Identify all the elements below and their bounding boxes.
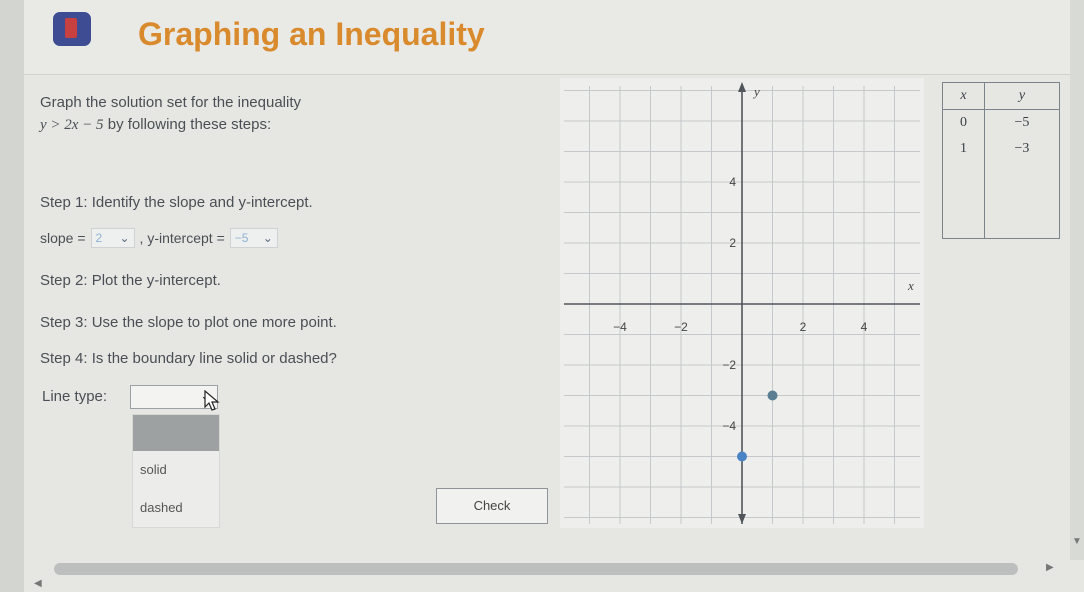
step-4-text: Step 4: Is the boundary line solid or da… bbox=[40, 350, 337, 367]
slope-intercept-row: slope = 2 ⌄ , y-intercept = −5 ⌄ bbox=[40, 228, 278, 248]
arrow-down-icon[interactable]: ▼ bbox=[1072, 536, 1082, 547]
plotted-point bbox=[767, 390, 778, 401]
y-tick-label: −4 bbox=[722, 419, 736, 433]
inequality-expression: y > 2x − 5 bbox=[40, 117, 104, 133]
x-tick-label: −2 bbox=[674, 320, 688, 334]
table-header-x: x bbox=[942, 82, 985, 110]
y-tick-label: 4 bbox=[729, 175, 736, 189]
table-cell: 0 bbox=[942, 109, 985, 136]
y-intercept-value: −5 bbox=[234, 231, 249, 245]
table-row: 1 −3 bbox=[942, 136, 1061, 162]
slope-label: slope = bbox=[40, 230, 86, 246]
y-intercept-dropdown[interactable]: −5 ⌄ bbox=[229, 228, 278, 248]
plotted-point bbox=[737, 451, 747, 462]
window-left-frame bbox=[0, 0, 24, 592]
check-button[interactable]: Check bbox=[436, 488, 548, 524]
table-cell-empty bbox=[983, 162, 1061, 239]
app-logo-icon bbox=[53, 12, 91, 46]
page-title: Graphing an Inequality bbox=[138, 16, 485, 52]
table-header-y: y bbox=[983, 82, 1061, 110]
step-2-text: Step 2: Plot the y-intercept. bbox=[40, 272, 221, 289]
instructions-line1: Graph the solution set for the inequalit… bbox=[40, 94, 301, 111]
slope-dropdown[interactable]: 2 ⌄ bbox=[90, 228, 135, 248]
chevron-down-icon: ⌄ bbox=[119, 231, 130, 245]
xy-table: x y 0 −5 1 −3 bbox=[942, 82, 1061, 239]
table-row: 0 −5 bbox=[942, 109, 1061, 136]
y-intercept-label: , y-intercept = bbox=[139, 230, 225, 246]
menu-item-solid[interactable]: solid bbox=[133, 451, 219, 489]
x-tick-label: 2 bbox=[800, 320, 807, 334]
y-tick-label: −2 bbox=[722, 358, 736, 372]
y-axis-label: y bbox=[752, 84, 760, 99]
menu-item-blank[interactable] bbox=[133, 415, 219, 451]
arrow-right-icon[interactable]: ▶ bbox=[1046, 562, 1054, 573]
table-cell: −3 bbox=[983, 136, 1061, 162]
table-cell: 1 bbox=[942, 136, 985, 162]
arrow-left-icon[interactable]: ◀ bbox=[34, 578, 42, 589]
line-type-menu: solid dashed bbox=[132, 414, 220, 528]
table-cell: −5 bbox=[983, 109, 1061, 136]
coordinate-graph[interactable]: −4 −2 2 4 4 2 −2 −4 x y bbox=[560, 78, 924, 528]
x-tick-label: −4 bbox=[613, 320, 627, 334]
y-tick-label: 2 bbox=[729, 236, 736, 250]
step-3-text: Step 3: Use the slope to plot one more p… bbox=[40, 314, 337, 331]
instructions-line2-rest: by following these steps: bbox=[103, 116, 272, 133]
step-1-text: Step 1: Identify the slope and y-interce… bbox=[40, 194, 313, 211]
table-row-empty bbox=[942, 162, 1061, 239]
horizontal-scroll-thumb[interactable] bbox=[54, 563, 1018, 575]
table-cell-empty bbox=[942, 162, 985, 239]
instructions: Graph the solution set for the inequalit… bbox=[40, 92, 301, 136]
chevron-down-icon: ⌄ bbox=[262, 231, 273, 245]
line-type-label: Line type: bbox=[42, 388, 108, 405]
x-axis-label: x bbox=[907, 278, 914, 293]
slope-value: 2 bbox=[95, 231, 103, 245]
pointer-cursor-icon bbox=[204, 390, 220, 411]
vertical-scrollbar[interactable] bbox=[1070, 0, 1084, 560]
instructions-line2: y > 2x − 5 by following these steps: bbox=[40, 114, 301, 136]
x-tick-label: 4 bbox=[861, 320, 868, 334]
logo-mark bbox=[65, 18, 77, 38]
menu-item-dashed[interactable]: dashed bbox=[133, 489, 219, 527]
